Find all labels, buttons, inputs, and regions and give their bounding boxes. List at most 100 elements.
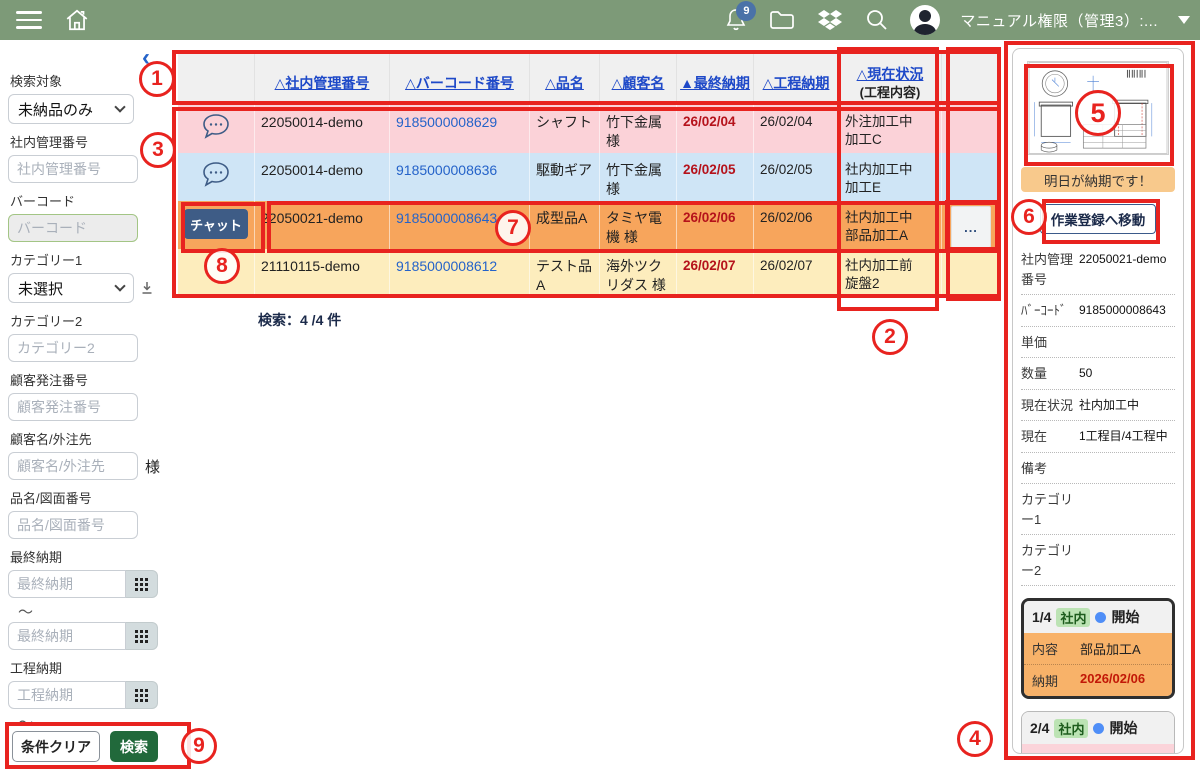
detail-row: 単価 — [1021, 327, 1175, 359]
annotation-circle-9: 9 — [181, 728, 217, 764]
detail-row: 現在状況社内加工中 — [1021, 390, 1175, 422]
move-to-work-registration-button[interactable]: 作業登録へ移動 — [1040, 204, 1156, 234]
process-content-label: 内容 — [1030, 750, 1078, 754]
item-name-input[interactable] — [8, 511, 138, 539]
move-down-icon[interactable] — [140, 281, 154, 295]
cell-customer: 竹下金属 様 — [600, 105, 677, 153]
dropbox-icon[interactable] — [816, 8, 844, 32]
final-due-label: 最終納期 — [10, 550, 166, 566]
table-row[interactable]: 22050014-demo 9185000008636 駆動ギア 竹下金属 様 … — [178, 153, 1001, 201]
sort-final-due-header[interactable]: ▲最終納期 — [680, 74, 750, 93]
process-card-next[interactable]: 2/4 社内 開始 内容部品加工B 納期2026/02/04 — [1021, 711, 1175, 754]
technical-drawing-image[interactable] — [1027, 61, 1169, 155]
sort-status-header[interactable]: △現在状況 — [857, 65, 924, 84]
detail-row: 社内管理番号22050021-demo — [1021, 244, 1175, 295]
chevron-down-icon — [114, 101, 125, 112]
search-target-select[interactable]: 未納品のみ — [8, 94, 134, 124]
app-screen: 9 マニュアル権限（管理3）:... — [0, 0, 1200, 772]
calendar-icon[interactable] — [126, 622, 158, 650]
barcode-link[interactable]: 9185000008612 — [396, 258, 497, 274]
detail-row: 備考 — [1021, 453, 1175, 485]
sidebar-collapse-icon[interactable]: ‹ — [142, 48, 150, 68]
header-spacer — [178, 53, 255, 105]
cell-actions — [942, 153, 1001, 201]
barcode-link[interactable]: 9185000008643 — [396, 210, 497, 226]
search-icon[interactable] — [864, 7, 890, 33]
chat-bubble-icon[interactable] — [178, 153, 255, 201]
customer-order-input[interactable] — [8, 393, 138, 421]
search-target-label: 検索対象 — [10, 74, 166, 90]
cell-icon-empty — [178, 249, 255, 297]
cell-process-due: 26/02/05 — [754, 153, 839, 201]
barcode-label: バーコード — [10, 194, 166, 210]
cell-status: 社内加工中部品加工A — [839, 201, 942, 249]
final-due-to-input[interactable] — [8, 622, 126, 650]
customer-name-label: 顧客名/外注先 — [10, 432, 166, 448]
header-spacer — [942, 53, 1001, 105]
process-due-from-input[interactable] — [8, 681, 126, 709]
barcode-link[interactable]: 9185000008636 — [396, 162, 497, 178]
process-content-label: 内容 — [1032, 639, 1080, 658]
cell-final-due: 26/02/04 — [677, 105, 754, 153]
table-row-selected[interactable]: チャット 22050021-demo 9185000008643 成型品A タミ… — [178, 201, 1001, 249]
process-status-label: 開始 — [1111, 607, 1139, 627]
process-content-value: 部品加工B — [1078, 750, 1139, 754]
detail-list: 社内管理番号22050021-demo ﾊﾞｰｺｰﾄﾞ9185000008643… — [1021, 244, 1175, 586]
process-content-value: 部品加工A — [1080, 639, 1141, 658]
cell-actions — [942, 105, 1001, 153]
home-icon[interactable] — [64, 7, 90, 33]
top-navbar: 9 マニュアル権限（管理3）:... — [0, 0, 1200, 40]
final-due-from-input[interactable] — [8, 570, 126, 598]
search-button[interactable]: 検索 — [110, 731, 158, 762]
hamburger-menu-icon[interactable] — [16, 11, 42, 29]
barcode-input[interactable] — [8, 214, 138, 242]
customer-name-input[interactable] — [8, 452, 138, 480]
search-sidebar: ‹ 検索対象 未納品のみ 社内管理番号 バーコード カテゴリー1 未選択 カテゴ… — [0, 40, 166, 772]
category2-label: カテゴリー2 — [10, 314, 166, 330]
notifications-bell-icon[interactable]: 9 — [724, 7, 748, 33]
calendar-icon[interactable] — [126, 681, 158, 709]
process-step-label: 2/4 — [1030, 720, 1049, 736]
kanri-label: 社内管理番号 — [10, 135, 166, 151]
caret-down-icon[interactable] — [1178, 16, 1190, 24]
due-tomorrow-alert-badge: 明日が納期です！ — [1021, 167, 1175, 192]
more-actions-button[interactable]: ... — [951, 206, 991, 248]
sort-barcode-header[interactable]: △バーコード番号 — [405, 74, 514, 93]
process-step-label: 1/4 — [1032, 609, 1051, 625]
cell-process-due: 26/02/04 — [754, 105, 839, 153]
range-tilde: ～ — [18, 712, 166, 733]
kanri-input[interactable] — [8, 155, 138, 183]
category1-select[interactable]: 未選択 — [8, 273, 134, 303]
sort-process-due-header[interactable]: △工程納期 — [763, 74, 830, 93]
chat-button[interactable]: チャット — [184, 209, 248, 239]
table-row[interactable]: 21110115-demo 9185000008612 テスト品A 海外ツクリダ… — [178, 249, 1001, 297]
cell-kanri: 22050014-demo — [255, 105, 390, 153]
cell-customer: 海外ツクリダス 様 — [600, 249, 677, 297]
folder-icon[interactable] — [768, 8, 796, 32]
clear-conditions-button[interactable]: 条件クリア — [12, 731, 100, 762]
calendar-icon[interactable] — [126, 570, 158, 598]
detail-row: 数量50 — [1021, 358, 1175, 390]
cell-status: 外注加工中加工C — [839, 105, 942, 153]
sort-kanri-header[interactable]: △社内管理番号 — [275, 74, 370, 93]
sort-name-header[interactable]: △品名 — [545, 74, 584, 93]
category2-input[interactable] — [8, 334, 138, 362]
category1-value: 未選択 — [18, 278, 63, 299]
sort-customer-header[interactable]: △顧客名 — [612, 74, 665, 93]
cell-name: シャフト — [530, 105, 600, 153]
user-avatar[interactable] — [910, 5, 940, 35]
table-row[interactable]: 22050014-demo 9185000008629 シャフト 竹下金属 様 … — [178, 105, 1001, 153]
process-due-label: 工程納期 — [10, 661, 166, 677]
barcode-link[interactable]: 9185000008629 — [396, 114, 497, 130]
cell-status: 社内加工前旋盤2 — [839, 249, 942, 297]
detail-row: カテゴリー1 — [1021, 484, 1175, 535]
detail-row: 現在1工程目/4工程中 — [1021, 421, 1175, 453]
user-role-label[interactable]: マニュアル権限（管理3）:... — [960, 10, 1158, 31]
cell-process-due: 26/02/06 — [754, 201, 839, 249]
cell-customer: タミヤ電機 様 — [600, 201, 677, 249]
cell-process-due: 26/02/07 — [754, 249, 839, 297]
chevron-down-icon — [114, 280, 125, 291]
cell-name: テスト品A — [530, 249, 600, 297]
chat-bubble-icon[interactable] — [178, 105, 255, 153]
process-card-current[interactable]: 1/4 社内 開始 内容部品加工A 納期2026/02/06 — [1021, 598, 1175, 699]
